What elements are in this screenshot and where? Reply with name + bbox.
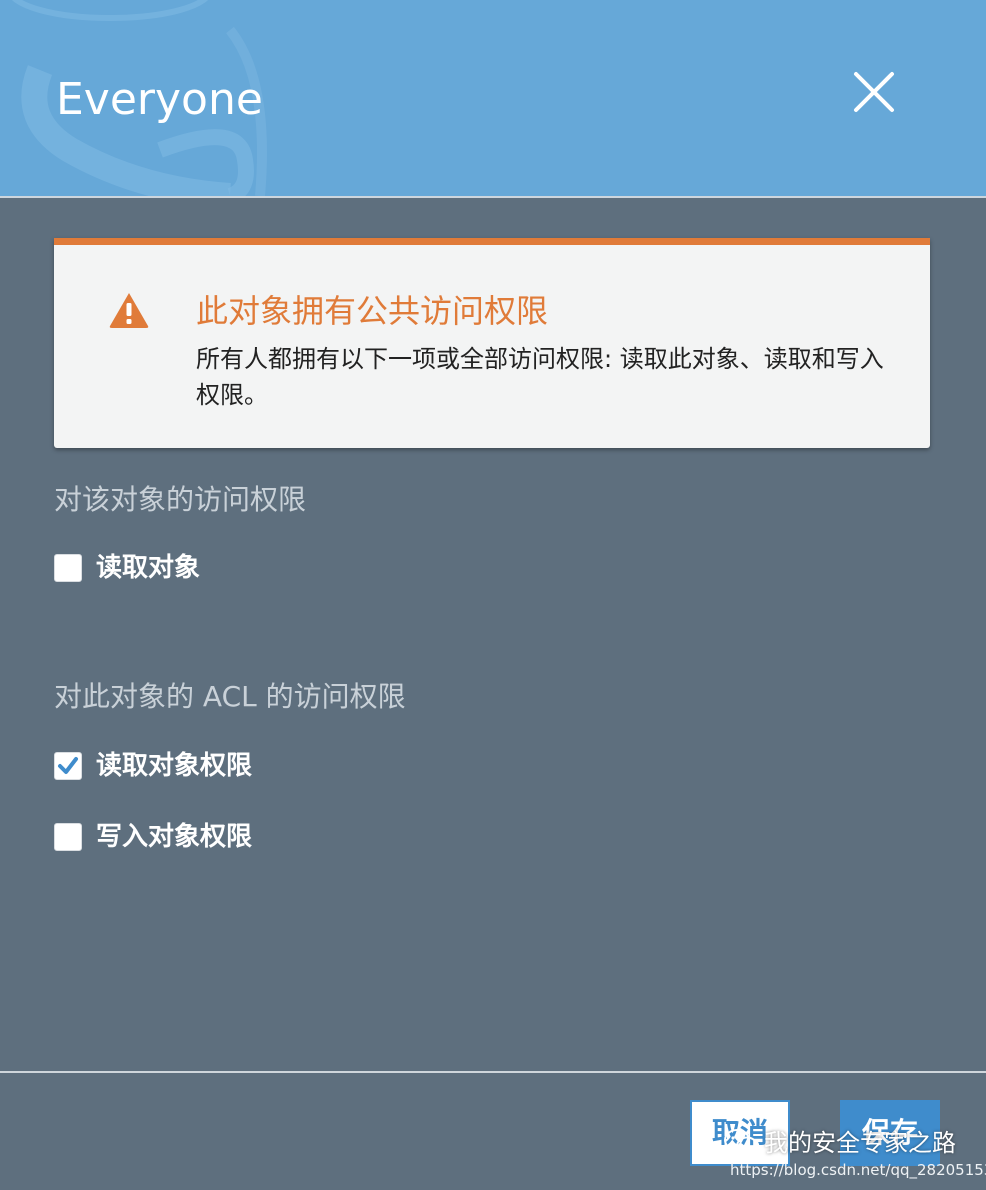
warning-icon	[109, 293, 149, 328]
close-button[interactable]	[850, 68, 898, 116]
watermark-text: 我的安全专家之路	[764, 1129, 956, 1157]
read-acl-option[interactable]: 读取对象权限	[54, 749, 252, 783]
read-object-checkbox[interactable]	[54, 554, 82, 582]
wechat-icon	[724, 1129, 758, 1156]
watermark: 我的安全专家之路	[724, 1128, 956, 1158]
alert-title: 此对象拥有公共访问权限	[196, 292, 549, 330]
public-access-alert: 此对象拥有公共访问权限 所有人都拥有以下一项或全部访问权限: 读取此对象、读取和…	[54, 238, 930, 448]
dialog-header: Everyone	[0, 0, 986, 198]
watermark-url: https://blog.csdn.net/qq_28205153	[730, 1161, 986, 1179]
checkmark-icon	[58, 757, 78, 774]
dialog-title: Everyone	[56, 74, 263, 125]
close-icon	[854, 72, 894, 112]
read-object-option[interactable]: 读取对象	[54, 551, 200, 585]
object-access-label: 对该对象的访问权限	[54, 483, 307, 516]
write-acl-option[interactable]: 写入对象权限	[54, 820, 252, 854]
write-acl-label: 写入对象权限	[96, 822, 253, 852]
footer-divider	[0, 1071, 986, 1073]
read-acl-checkbox[interactable]	[54, 752, 82, 780]
alert-body: 所有人都拥有以下一项或全部访问权限: 读取此对象、读取和写入权限。	[196, 345, 884, 409]
read-object-label: 读取对象	[96, 553, 201, 583]
acl-access-label: 对此对象的 ACL 的访问权限	[54, 680, 406, 713]
read-acl-label: 读取对象权限	[96, 751, 253, 781]
write-acl-checkbox[interactable]	[54, 823, 82, 851]
